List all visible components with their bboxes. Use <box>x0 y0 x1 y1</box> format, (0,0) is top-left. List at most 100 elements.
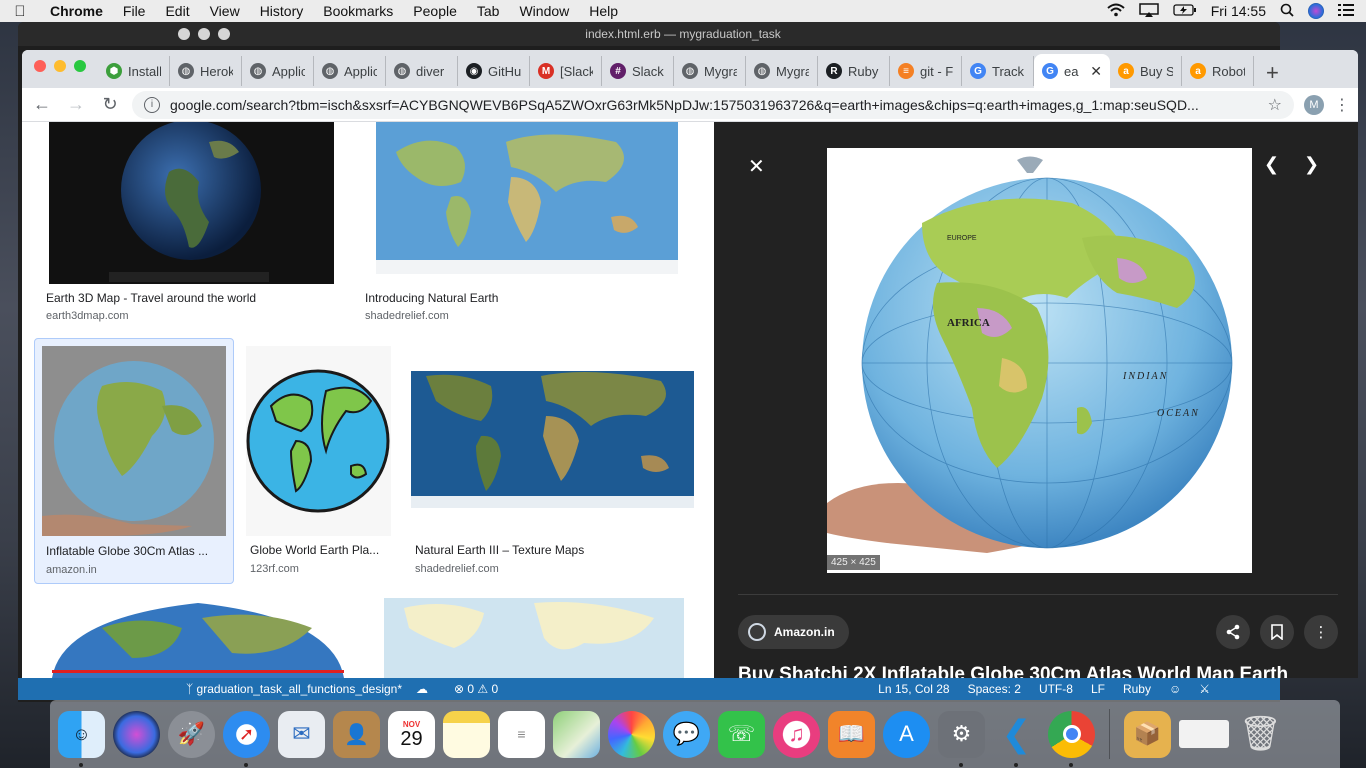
menu-view[interactable]: View <box>200 3 250 19</box>
tab[interactable]: ≡ git - F <box>890 56 962 86</box>
tab-title[interactable]: Robot <box>1212 64 1245 79</box>
books-icon[interactable]: 📖 <box>828 710 875 758</box>
tab-title[interactable]: Mygra <box>704 64 737 79</box>
result-title[interactable]: Earth 3D Map - Travel around the world <box>46 291 341 305</box>
zoom-window-button[interactable] <box>74 60 86 72</box>
tab[interactable]: ◍ Applic <box>242 56 314 86</box>
tab-title[interactable]: ea <box>1064 64 1084 79</box>
url-text[interactable]: google.com/search?tbm=isch&sxsrf=ACYBGNQ… <box>170 97 1258 113</box>
line-ending[interactable]: LF <box>1091 682 1105 696</box>
image-result-card[interactable]: Globe World Earth Pla... 123rf.com <box>246 346 396 584</box>
tab-title[interactable]: Applic <box>272 64 305 79</box>
result-thumbnail[interactable] <box>384 598 684 678</box>
result-source[interactable]: amazon.in <box>46 564 97 576</box>
chevron-right-icon[interactable]: ❯ <box>1304 154 1319 175</box>
result-thumbnail[interactable] <box>411 346 694 536</box>
siri-icon[interactable] <box>1308 3 1324 19</box>
tab-title[interactable]: Track <box>992 64 1025 79</box>
menu-tab[interactable]: Tab <box>467 3 510 19</box>
forward-arrow-icon[interactable]: → <box>64 94 88 115</box>
tab[interactable]: R Ruby <box>818 56 890 86</box>
vscode-icon[interactable]: ❮ <box>993 711 1040 767</box>
image-result-card[interactable]: Earth 3D Map - Travel around the world e… <box>46 122 346 332</box>
image-result-card[interactable] <box>374 598 684 678</box>
launchpad-icon[interactable]: 🚀 <box>168 710 215 758</box>
chevron-left-icon[interactable]: ❮ <box>1264 154 1279 175</box>
photos-icon[interactable] <box>608 710 655 758</box>
new-tab-button[interactable]: + <box>1254 58 1291 88</box>
cursor-position[interactable]: Ln 15, Col 28 <box>878 682 949 696</box>
file-encoding[interactable]: UTF-8 <box>1039 682 1073 696</box>
tab-title[interactable]: Mygra <box>776 64 809 79</box>
preview-image[interactable]: AFRICA INDIAN OCEAN EUROPE <box>827 148 1252 573</box>
airplay-icon[interactable] <box>1139 2 1159 20</box>
tab[interactable]: ◍ diver <box>386 56 458 86</box>
tab[interactable]: ◍ Herok <box>170 56 242 86</box>
spotlight-search-icon[interactable] <box>1280 3 1294 20</box>
menu-help[interactable]: Help <box>579 3 628 19</box>
siri-dock-icon[interactable] <box>113 710 160 758</box>
contacts-icon[interactable]: 👤 <box>333 710 380 758</box>
minimized-window-icon[interactable] <box>1179 720 1229 748</box>
result-thumbnail[interactable] <box>42 598 354 678</box>
result-source[interactable]: earth3dmap.com <box>46 310 129 322</box>
menu-app-name[interactable]: Chrome <box>40 3 113 19</box>
tab[interactable]: ⬢ Install <box>98 56 170 86</box>
notes-icon[interactable] <box>443 710 490 758</box>
bookmark-star-icon[interactable]: ☆ <box>1268 95 1282 115</box>
tab-title[interactable]: Install <box>128 64 161 79</box>
tab-title[interactable]: Ruby <box>848 64 881 79</box>
result-thumbnail[interactable] <box>42 346 226 536</box>
menu-window[interactable]: Window <box>509 3 579 19</box>
tab-title[interactable]: git - F <box>920 64 953 79</box>
minimize-window-button[interactable] <box>54 60 66 72</box>
result-source[interactable]: 123rf.com <box>250 563 299 575</box>
site-info-icon[interactable]: i <box>144 96 160 113</box>
apple-menu-icon[interactable]:  <box>0 3 40 20</box>
image-result-card[interactable] <box>42 598 354 678</box>
maps-icon[interactable] <box>553 710 600 758</box>
share-icon[interactable] <box>1216 615 1250 649</box>
tab-title[interactable]: Herok <box>200 64 233 79</box>
system-preferences-icon[interactable]: ⚙ <box>938 710 985 767</box>
language-mode[interactable]: Ruby <box>1123 682 1151 696</box>
result-source[interactable]: shadedrelief.com <box>365 310 449 322</box>
tab[interactable]: ◍ Applic <box>314 56 386 86</box>
tab-close-icon[interactable]: ✕ <box>1090 63 1102 80</box>
clock-text[interactable]: Fri 14:55 <box>1211 3 1266 19</box>
menu-history[interactable]: History <box>250 3 314 19</box>
reminders-icon[interactable]: ≡ <box>498 710 545 758</box>
tab[interactable]: a Buy S <box>1110 56 1182 86</box>
back-arrow-icon[interactable]: ← <box>30 94 54 115</box>
finder-icon[interactable]: ☺ <box>58 710 105 767</box>
calendar-icon[interactable]: NOV 29 <box>388 710 435 758</box>
result-source[interactable]: shadedrelief.com <box>415 563 499 575</box>
facetime-icon[interactable]: ☏ <box>718 710 765 758</box>
source-site-label[interactable]: Amazon.in <box>774 625 835 639</box>
result-title[interactable]: Inflatable Globe 30Cm Atlas ... <box>46 544 224 558</box>
result-title[interactable]: Globe World Earth Pla... <box>250 543 390 557</box>
tab[interactable]: G Track <box>962 56 1034 86</box>
git-branch-name[interactable]: graduation_task_all_functions_design* <box>197 682 402 696</box>
feedback-smiley-icon[interactable]: ☺ <box>1169 682 1181 696</box>
profile-avatar[interactable]: M <box>1304 94 1324 115</box>
chrome-icon[interactable] <box>1048 710 1095 767</box>
close-icon[interactable]: ✕ <box>748 154 765 179</box>
address-bar[interactable]: i google.com/search?tbm=isch&sxsrf=ACYBG… <box>132 90 1294 119</box>
tab[interactable]: ◉ GitHu <box>458 56 530 86</box>
chrome-menu-icon[interactable]: ⋮ <box>1334 95 1350 115</box>
tab-active[interactable]: Gea ✕ <box>1034 54 1110 88</box>
notification-bell-icon[interactable]: ⚔ <box>1199 682 1210 696</box>
preview-title[interactable]: Buy Shatchi 2X Inflatable Globe 30Cm Atl… <box>738 664 1288 678</box>
trash-icon[interactable]: 🗑 <box>1237 711 1284 758</box>
image-result-card[interactable]: Introducing Natural Earth shadedrelief.c… <box>365 122 695 332</box>
sync-icon[interactable]: ☁ <box>416 682 428 696</box>
tab[interactable]: M [Slack <box>530 56 602 86</box>
tab[interactable]: # Slack <box>602 56 674 86</box>
app-store-icon[interactable]: A <box>883 710 930 758</box>
menu-edit[interactable]: Edit <box>155 3 199 19</box>
mail-icon[interactable]: ✉ <box>278 710 325 758</box>
result-title[interactable]: Introducing Natural Earth <box>365 291 675 305</box>
save-bookmark-icon[interactable] <box>1260 615 1294 649</box>
messages-icon[interactable]: 💬 <box>663 710 710 758</box>
